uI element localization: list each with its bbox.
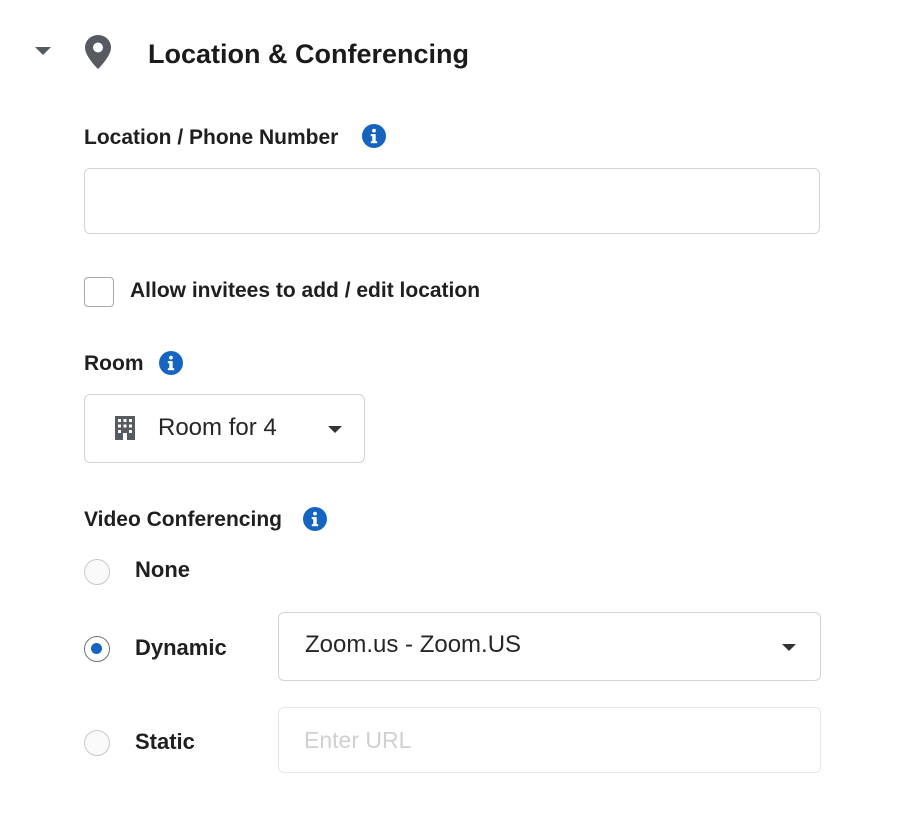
- room-label: Room: [84, 352, 144, 375]
- chevron-down-icon: [328, 426, 342, 433]
- video-conferencing-label: Video Conferencing: [84, 508, 282, 531]
- chevron-down-icon: [782, 644, 796, 651]
- info-icon[interactable]: [303, 507, 327, 531]
- location-label: Location / Phone Number: [84, 126, 339, 149]
- section-title: Location & Conferencing: [148, 39, 470, 69]
- allow-invitees-edit-checkbox[interactable]: [84, 277, 114, 307]
- static-url-input[interactable]: [278, 707, 821, 773]
- collapse-section-caret-icon[interactable]: [35, 47, 51, 55]
- map-pin-icon: [85, 35, 111, 69]
- radio-none-label[interactable]: None: [135, 556, 190, 584]
- conferencing-provider-dropdown[interactable]: Zoom.us - Zoom.US: [278, 612, 821, 681]
- radio-dynamic[interactable]: [84, 636, 110, 662]
- provider-selected-value: Zoom.us - Zoom.US: [305, 631, 522, 658]
- radio-dynamic-label[interactable]: Dynamic: [135, 634, 227, 662]
- allow-invitees-edit-label[interactable]: Allow invitees to add / edit location: [130, 277, 480, 305]
- radio-none[interactable]: [84, 559, 110, 585]
- room-dropdown[interactable]: Room for 4: [84, 394, 365, 463]
- radio-static[interactable]: [84, 730, 110, 756]
- info-icon[interactable]: [159, 351, 183, 375]
- location-phone-input[interactable]: [84, 168, 820, 234]
- room-selected-value: Room for 4: [158, 414, 277, 441]
- radio-static-label[interactable]: Static: [135, 728, 195, 756]
- building-icon: [115, 416, 135, 440]
- info-icon[interactable]: [362, 124, 386, 148]
